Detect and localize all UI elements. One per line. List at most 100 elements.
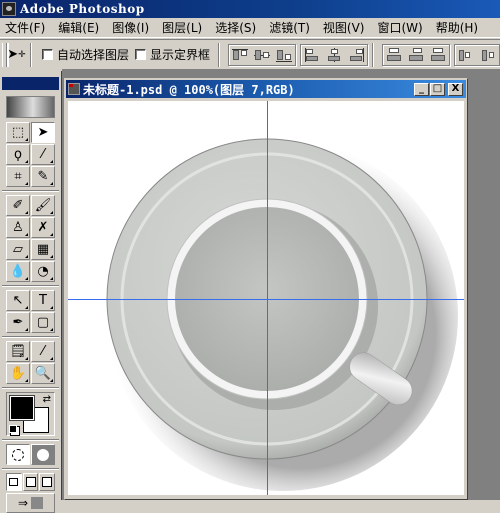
type-icon: T xyxy=(39,293,47,308)
eyedropper-tool-button[interactable]: ⁄ xyxy=(31,341,55,362)
document-canvas[interactable] xyxy=(68,101,464,495)
color-swatches: ⇄ xyxy=(6,392,55,436)
type-tool-button[interactable]: T xyxy=(31,290,55,311)
maximize-button[interactable]: □ xyxy=(430,82,445,96)
document-title-bar[interactable]: 未标题-1.psd @ 100%(图层 7,RGB) _ □ X xyxy=(66,80,466,98)
standard-screen-mode-button[interactable] xyxy=(6,473,22,491)
screen-mode-row xyxy=(6,473,56,491)
path-selection-tool-button[interactable]: ↖ xyxy=(6,290,30,311)
rectangle-shape-tool-button[interactable]: ▢ xyxy=(31,312,55,333)
flyout-indicator-icon xyxy=(50,306,53,309)
slice-tool-button[interactable]: ✎ xyxy=(31,166,55,187)
document-window: 未标题-1.psd @ 100%(图层 7,RGB) _ □ X xyxy=(64,78,468,500)
gradient-tool-button[interactable]: ▦ xyxy=(31,239,55,260)
gradient-icon: ▦ xyxy=(36,242,50,257)
vertical-guide[interactable] xyxy=(267,101,268,495)
menu-view[interactable]: 视图(V) xyxy=(318,19,373,36)
swap-colors-icon[interactable]: ⇄ xyxy=(43,394,51,405)
divider xyxy=(2,285,59,287)
menu-filter[interactable]: 滤镜(T) xyxy=(264,19,318,36)
align-left-edges-button[interactable] xyxy=(304,47,320,62)
flyout-indicator-icon xyxy=(25,211,28,214)
menu-image[interactable]: 图像(I) xyxy=(107,19,157,36)
divider xyxy=(2,439,59,441)
distribute-left-button[interactable] xyxy=(458,48,474,62)
zoom-icon: 🔍 xyxy=(34,366,52,381)
distribute-bottom-button[interactable] xyxy=(430,47,446,62)
align-horizontal-centers-button[interactable] xyxy=(326,47,342,62)
default-colors-icon[interactable] xyxy=(9,425,17,433)
crop-tool-button[interactable]: ⌗ xyxy=(6,166,30,187)
magic-wand-icon: ⁄ xyxy=(41,147,45,162)
show-bounding-box-checkbox[interactable]: 显示定界框 xyxy=(134,46,210,63)
align-right-edges-button[interactable] xyxy=(348,47,364,62)
distribute-top-button[interactable] xyxy=(386,47,402,62)
mask-mode-row xyxy=(6,444,55,465)
menu-layer[interactable]: 图层(L) xyxy=(157,19,210,36)
flyout-indicator-icon xyxy=(50,357,53,360)
flyout-indicator-icon xyxy=(50,255,53,258)
move-tool-button[interactable]: ➤ xyxy=(31,122,55,143)
distribute-horizontal-centers-button[interactable] xyxy=(480,48,496,62)
document-title: 未标题-1.psd @ 100%(图层 7,RGB) xyxy=(83,82,295,97)
standard-mode-button[interactable] xyxy=(6,444,30,465)
clone-stamp-icon: ♙ xyxy=(12,220,24,235)
auto-select-layer-checkbox[interactable]: 自动选择图层 xyxy=(41,46,129,63)
flyout-indicator-icon xyxy=(50,277,53,280)
photoshop-app-icon xyxy=(2,2,16,16)
menu-help[interactable]: 帮助(H) xyxy=(431,19,486,36)
menu-window[interactable]: 窗口(W) xyxy=(372,19,430,36)
marquee-tool-button[interactable]: ⬚ xyxy=(6,122,30,143)
eraser-tool-button[interactable]: ▱ xyxy=(6,239,30,260)
brush-tool-button[interactable]: 🖌 xyxy=(31,195,55,216)
flyout-indicator-icon xyxy=(25,233,28,236)
flyout-indicator-icon xyxy=(25,160,28,163)
zoom-tool-button[interactable]: 🔍 xyxy=(31,363,55,384)
horizontal-guide[interactable] xyxy=(68,299,464,300)
blur-tool-button[interactable]: 💧 xyxy=(6,261,30,282)
clone-stamp-tool-button[interactable]: ♙ xyxy=(6,217,30,238)
menu-file[interactable]: 文件(F) xyxy=(0,19,53,36)
healing-brush-icon: ✐ xyxy=(12,198,24,213)
tool-group-painting: ✐ 🖌 ♙ ✗ ▱ ▦ 💧 ◔ xyxy=(6,195,61,282)
menu-edit[interactable]: 编辑(E) xyxy=(53,19,107,36)
lasso-tool-button[interactable]: ϙ xyxy=(6,144,30,165)
pen-tool-button[interactable]: ✒ xyxy=(6,312,30,333)
distribute-vertical-centers-button[interactable] xyxy=(408,47,424,62)
align-horizontal-group xyxy=(300,43,368,66)
move-icon: ➤ xyxy=(37,125,49,140)
toolbox-palette: ⬚ ➤ ϙ ⁄ ⌗ ✎ ✐ 🖌 ♙ ✗ ▱ ▦ 💧 ◔ ↖ T ✒ ▢ 🗒 ⁄ ✋ 🔍 ⇄ ⇒ xyxy=(0,71,62,513)
brush-icon: 🖌 xyxy=(34,198,52,213)
foreground-color-swatch[interactable] xyxy=(10,396,34,420)
full-screen-menu-mode-button[interactable] xyxy=(22,473,39,491)
move-tool-preset-icon[interactable]: ➤ ✛ xyxy=(7,44,26,66)
quick-mask-mode-button[interactable] xyxy=(31,444,55,465)
app-title-bar: Adobe Photoshop xyxy=(0,0,500,18)
close-button[interactable]: X xyxy=(448,82,463,96)
full-screen-mode-button[interactable] xyxy=(39,473,56,491)
checkbox-box[interactable] xyxy=(134,49,146,60)
magic-wand-tool-button[interactable]: ⁄ xyxy=(31,144,55,165)
hand-tool-button[interactable]: ✋ xyxy=(6,363,30,384)
menu-select[interactable]: 选择(S) xyxy=(210,19,264,36)
minimize-button[interactable]: _ xyxy=(414,82,429,96)
flyout-indicator-icon xyxy=(25,138,28,141)
eraser-icon: ▱ xyxy=(13,242,23,257)
close-icon: X xyxy=(451,83,460,94)
tool-group-vector: ↖ T ✒ ▢ xyxy=(6,290,61,333)
jump-to-imageready-button[interactable]: ⇒ xyxy=(6,493,55,513)
cup-and-saucer-image xyxy=(106,138,458,491)
dodge-tool-button[interactable]: ◔ xyxy=(31,261,55,282)
eyedropper-icon: ⁄ xyxy=(41,344,45,359)
divider xyxy=(29,42,32,67)
history-brush-tool-button[interactable]: ✗ xyxy=(31,217,55,238)
tool-group-selection: ⬚ ➤ ϙ ⁄ ⌗ ✎ xyxy=(6,122,61,187)
align-top-edges-button[interactable] xyxy=(232,48,248,62)
align-vertical-centers-button[interactable] xyxy=(254,48,270,62)
notes-tool-button[interactable]: 🗒 xyxy=(6,341,30,362)
align-bottom-edges-button[interactable] xyxy=(276,48,292,62)
healing-brush-tool-button[interactable]: ✐ xyxy=(6,195,30,216)
checkbox-box[interactable] xyxy=(41,49,53,60)
toolbox-title-bar[interactable] xyxy=(2,77,59,90)
photoshop-eye-logo[interactable] xyxy=(6,96,55,118)
